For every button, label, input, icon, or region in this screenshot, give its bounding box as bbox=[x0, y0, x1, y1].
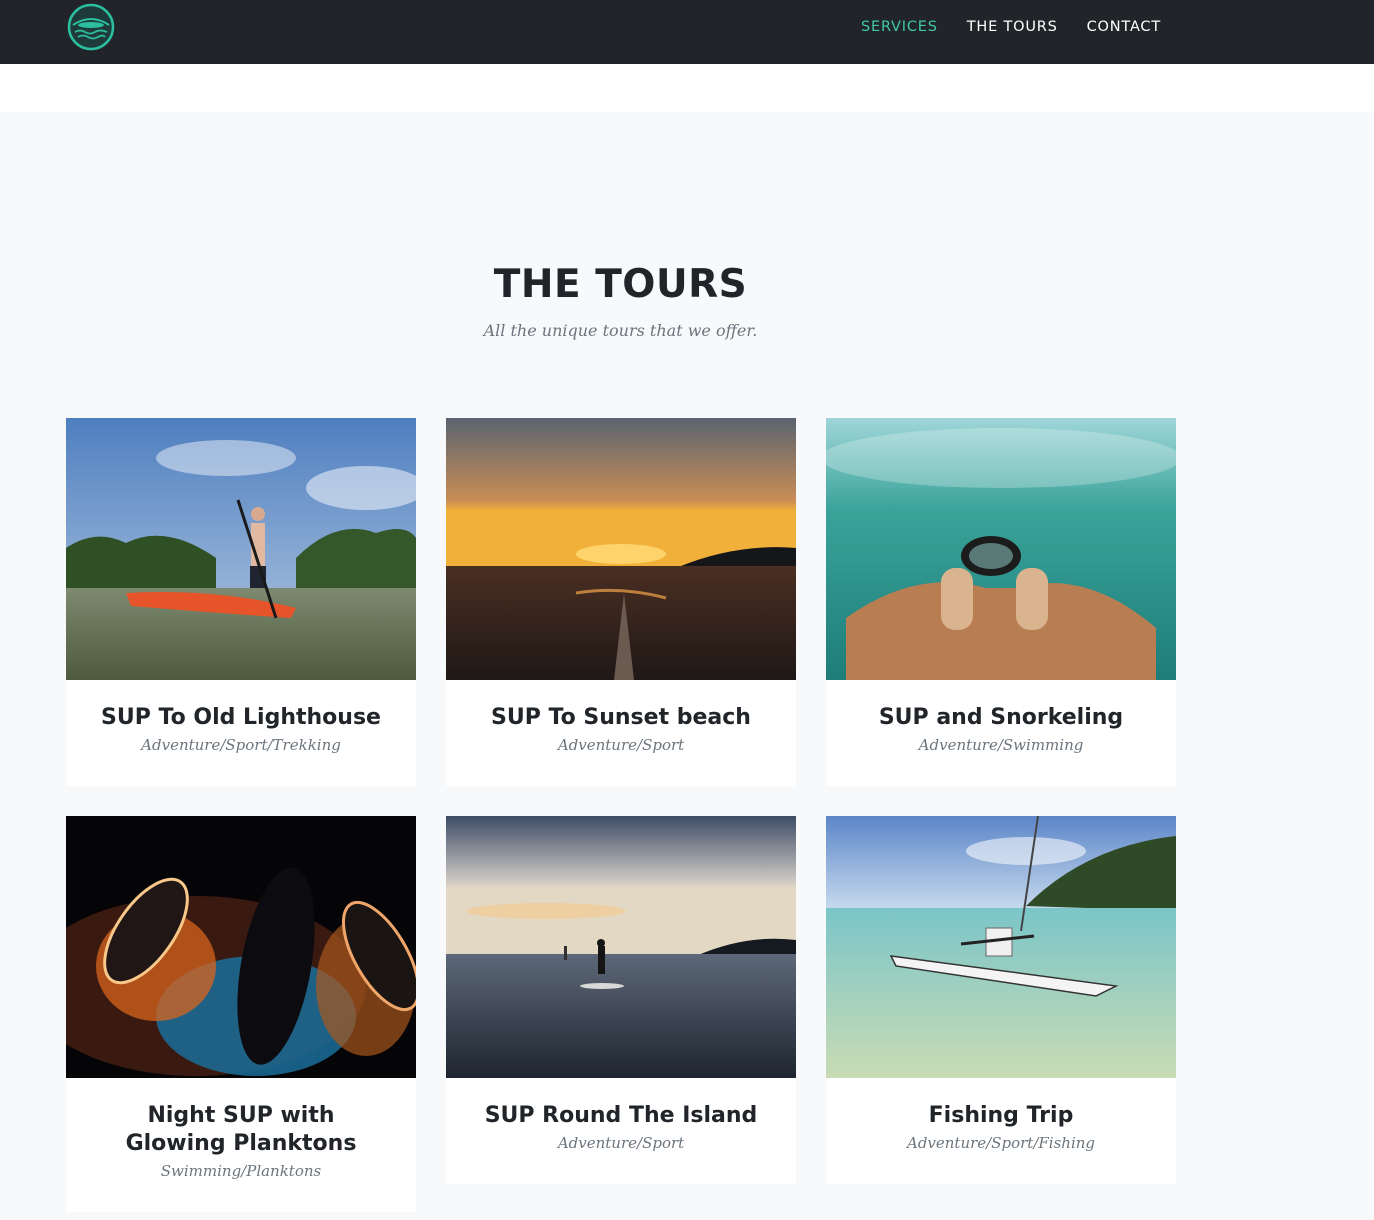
nav-link-the-tours[interactable]: THE TOURS bbox=[967, 19, 1058, 35]
tour-caption: Night SUP with Glowing Planktons Swimmin… bbox=[66, 1078, 416, 1184]
tour-card-round-island[interactable]: SUP Round The Island Adventure/Sport bbox=[446, 816, 796, 1184]
tour-caption: SUP To Sunset beach Adventure/Sport bbox=[446, 680, 796, 758]
tour-category: Adventure/Swimming bbox=[918, 736, 1084, 754]
tour-caption: SUP To Old Lighthouse Adventure/Sport/Tr… bbox=[66, 680, 416, 758]
header-spacer bbox=[0, 64, 1374, 112]
tour-title: Fishing Trip bbox=[928, 1103, 1074, 1128]
nav-link-contact[interactable]: CONTACT bbox=[1087, 19, 1161, 35]
tour-photo-fishing-board bbox=[826, 816, 1176, 1078]
tour-caption: Fishing Trip Adventure/Sport/Fishing bbox=[826, 1078, 1176, 1156]
tour-card-snorkeling[interactable]: SUP and Snorkeling Adventure/Swimming bbox=[826, 418, 1176, 786]
tour-title: SUP To Sunset beach bbox=[491, 705, 751, 730]
tour-photo-snorkeler-underwater bbox=[826, 418, 1176, 680]
tour-title: SUP To Old Lighthouse bbox=[101, 705, 381, 730]
tour-card-sunset-beach[interactable]: SUP To Sunset beach Adventure/Sport bbox=[446, 418, 796, 786]
tour-category: Adventure/Sport bbox=[557, 1134, 685, 1152]
tour-category: Swimming/Planktons bbox=[160, 1162, 322, 1180]
nav-link-services[interactable]: SERVICES bbox=[861, 19, 938, 35]
nav-menu: SERVICES THE TOURS CONTACT bbox=[861, 0, 1161, 54]
tour-title-line-2: Glowing Planktons bbox=[125, 1131, 357, 1156]
tour-category: Adventure/Sport bbox=[557, 736, 685, 754]
tour-photo-paddler-dusk bbox=[446, 816, 796, 1078]
tour-caption: SUP Round The Island Adventure/Sport bbox=[446, 1078, 796, 1156]
tour-photo-paddleboarder-beach bbox=[66, 418, 416, 680]
tour-title-line-1: Night SUP with bbox=[147, 1103, 335, 1128]
tour-title: SUP and Snorkeling bbox=[878, 705, 1124, 730]
tour-card-old-lighthouse[interactable]: SUP To Old Lighthouse Adventure/Sport/Tr… bbox=[66, 418, 416, 786]
tour-card-night-planktons[interactable]: Night SUP with Glowing Planktons Swimmin… bbox=[66, 816, 416, 1212]
section-heading: THE TOURS bbox=[493, 262, 748, 307]
tour-card-fishing-trip[interactable]: Fishing Trip Adventure/Sport/Fishing bbox=[826, 816, 1176, 1184]
tour-photo-glowing-boards bbox=[66, 816, 416, 1078]
tour-photo-sunset-paddle bbox=[446, 418, 796, 680]
tour-caption: SUP and Snorkeling Adventure/Swimming bbox=[826, 680, 1176, 758]
tour-title: SUP Round The Island bbox=[484, 1103, 758, 1128]
section-subheading: All the unique tours that we offer. bbox=[483, 321, 758, 340]
brand-logo-icon[interactable] bbox=[67, 3, 115, 51]
tour-category: Adventure/Sport/Fishing bbox=[906, 1134, 1096, 1152]
tour-category: Adventure/Sport/Trekking bbox=[141, 736, 341, 754]
navbar: SERVICES THE TOURS CONTACT bbox=[0, 0, 1374, 64]
